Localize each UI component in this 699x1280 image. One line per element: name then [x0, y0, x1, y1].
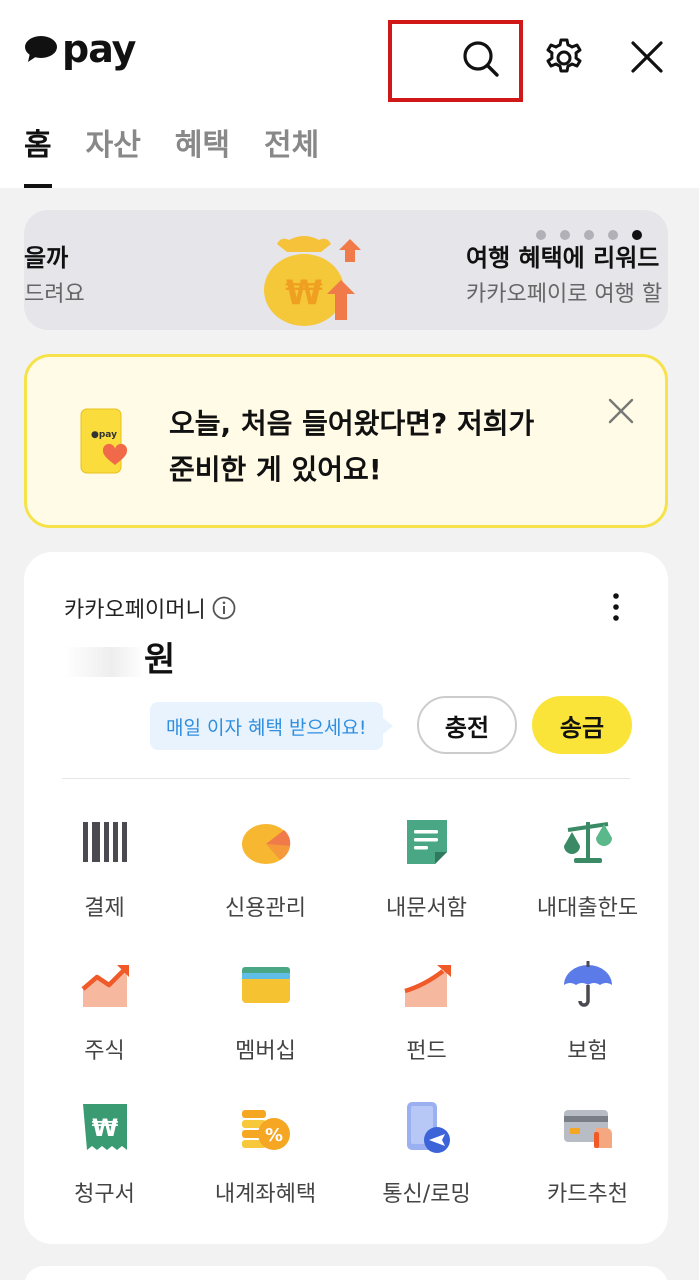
search-button[interactable]	[458, 36, 504, 82]
tab-benefits[interactable]: 혜택	[175, 120, 230, 188]
search-icon	[463, 41, 499, 77]
gear-icon	[546, 38, 582, 73]
more-options-icon[interactable]	[602, 590, 630, 626]
document-icon	[406, 820, 447, 864]
fund-chart-icon	[403, 965, 451, 1007]
menu-item-payment[interactable]: 결제	[24, 808, 185, 951]
main-tabs: 홈 자산 혜택 전체	[24, 120, 353, 188]
pay-money-label: 카카오페이머니	[64, 592, 236, 624]
menu-item-label: 결제	[84, 896, 125, 921]
menu-item-label: 펀드	[406, 1039, 447, 1064]
tab-home[interactable]: 홈	[24, 120, 52, 188]
balance-amount: 원	[64, 632, 175, 681]
menu-item-account-benefits[interactable]: % 내계좌혜택	[185, 1094, 346, 1237]
menu-item-label: 주식	[84, 1039, 125, 1064]
tab-all[interactable]: 전체	[264, 120, 319, 188]
close-icon[interactable]	[607, 397, 635, 425]
menu-item-label: 내대출한도	[536, 896, 639, 921]
menu-item-label: 보험	[567, 1039, 608, 1064]
welcome-notice-card[interactable]: ●pay 오늘, 처음 들어왔다면? 저희가 준비한 게 있어요!	[24, 354, 668, 528]
umbrella-icon	[563, 961, 612, 1007]
scale-icon	[563, 822, 612, 863]
menu-item-label: 통신/로밍	[382, 1182, 471, 1207]
send-button[interactable]: 송금	[532, 696, 632, 754]
logo-text: pay	[62, 27, 136, 71]
credit-gauge-icon	[241, 824, 290, 864]
speech-bubble-icon	[25, 36, 57, 62]
menu-item-documents[interactable]: 내문서함	[346, 808, 507, 951]
menu-item-card-recommend[interactable]: 카드추천	[507, 1094, 668, 1237]
notice-message: 오늘, 처음 들어왔다면? 저희가 준비한 게 있어요!	[169, 401, 609, 493]
svg-text:●pay: ●pay	[91, 430, 117, 440]
balance-currency: 원	[144, 640, 176, 680]
interest-tooltip[interactable]: 매일 이자 혜택 받으세요!	[150, 702, 393, 750]
svg-text:₩: ₩	[285, 273, 323, 313]
coin-discount-icon: %	[241, 1110, 290, 1150]
banner-next-subtitle: 카카오페이로 여행 할	[466, 282, 663, 307]
svg-text:₩: ₩	[91, 1114, 118, 1142]
pay-money-title: 카카오페이머니	[64, 598, 206, 623]
next-section-card	[24, 1266, 668, 1280]
banner-prev-title: 을까	[24, 244, 69, 272]
promo-banner-carousel[interactable]: 을까 드려요 ₩ 여행 혜택에 리워드 카카오페이로 여행 할	[24, 210, 668, 330]
tab-assets[interactable]: 자산	[86, 120, 141, 188]
charge-button[interactable]: 충전	[417, 696, 517, 754]
menu-item-membership[interactable]: 멤버십	[185, 951, 346, 1094]
banner-next-title: 여행 혜택에 리워드	[466, 244, 660, 272]
menu-item-loan-limit[interactable]: 내대출한도	[507, 808, 668, 951]
svg-text:%: %	[264, 1125, 282, 1146]
close-button[interactable]	[624, 34, 670, 80]
close-icon	[631, 41, 663, 73]
phone-heart-icon: ●pay	[80, 408, 128, 474]
banner-prev-subtitle: 드려요	[24, 282, 85, 307]
balance-masked	[64, 646, 144, 677]
menu-item-label: 멤버십	[235, 1039, 296, 1064]
menu-item-credit[interactable]: 신용관리	[185, 808, 346, 951]
pay-money-card: 카카오페이머니 원 매일 이자 혜택 받으세요! 충전 송금 결제 신용관리 내…	[24, 552, 668, 1244]
service-menu-grid: 결제 신용관리 내문서함 내대출한도 주식 멤버십 펀드 보험 ₩ 청구서 % …	[24, 808, 668, 1237]
notice-line-1: 오늘, 처음 들어왔다면? 저희가	[169, 407, 535, 440]
menu-item-stocks[interactable]: 주식	[24, 951, 185, 1094]
divider	[62, 778, 630, 779]
menu-item-label: 신용관리	[225, 896, 306, 921]
info-icon[interactable]	[212, 596, 236, 620]
bill-icon: ₩	[82, 1104, 127, 1150]
barcode-icon	[82, 822, 127, 862]
stock-chart-icon	[81, 965, 129, 1007]
notice-line-2: 준비한 게 있어요!	[169, 453, 382, 486]
wallet-icon	[241, 967, 290, 1003]
menu-item-insurance[interactable]: 보험	[507, 951, 668, 1094]
menu-item-label: 내계좌혜택	[214, 1182, 317, 1207]
money-bag-icon: ₩	[264, 236, 361, 326]
card-icon	[563, 1110, 612, 1148]
menu-item-label: 청구서	[74, 1182, 135, 1207]
top-bar: pay 홈 자산 혜택 전체	[0, 0, 699, 188]
menu-item-label: 내문서함	[386, 896, 467, 921]
kakaopay-logo: pay	[24, 27, 136, 71]
menu-item-funds[interactable]: 펀드	[346, 951, 507, 1094]
menu-item-telecom-roaming[interactable]: 통신/로밍	[346, 1094, 507, 1237]
phone-plane-icon	[406, 1102, 450, 1153]
menu-item-label: 카드추천	[547, 1182, 628, 1207]
settings-button[interactable]	[540, 34, 588, 82]
menu-item-bills[interactable]: ₩ 청구서	[24, 1094, 185, 1237]
